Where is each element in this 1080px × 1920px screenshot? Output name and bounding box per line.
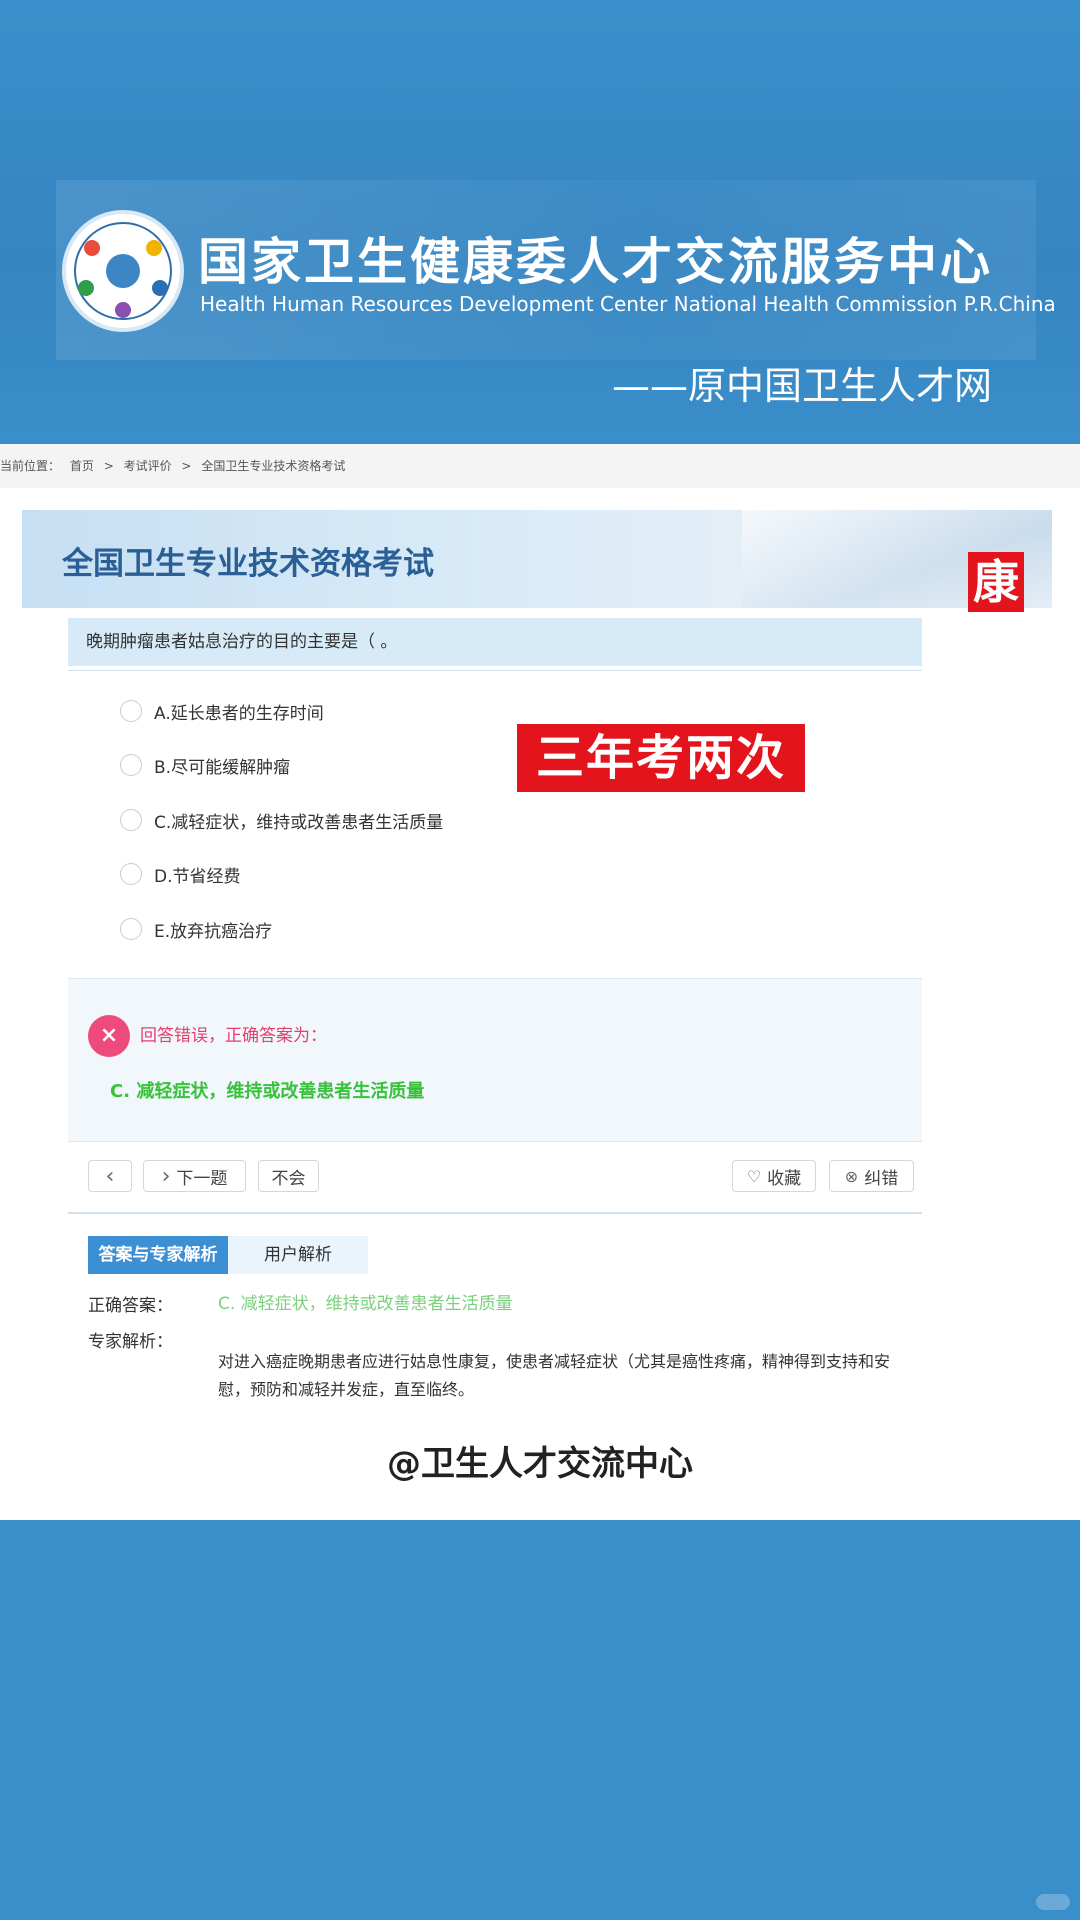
chevron-right-icon: ›	[161, 1163, 171, 1189]
option-e[interactable]: E.放弃抗癌治疗	[120, 914, 272, 944]
tab-user-analysis[interactable]: 用户解析	[228, 1236, 368, 1274]
breadcrumb-sep: >	[181, 459, 192, 473]
result-box: × 回答错误，正确答案为： C. 减轻症状，维持或改善患者生活质量	[68, 978, 922, 1142]
breadcrumb: 当前位置： 首页 > 考试评价 > 全国卫生专业技术资格考试	[0, 444, 1080, 488]
radio-icon[interactable]	[120, 700, 142, 722]
question-text: 晚期肿瘤患者姑息治疗的目的主要是（ 。	[68, 618, 922, 666]
radio-icon[interactable]	[120, 754, 142, 776]
org-logo-icon	[62, 210, 184, 332]
breadcrumb-home[interactable]: 首页	[70, 459, 94, 473]
divider	[68, 670, 922, 671]
heart-icon: ♡	[746, 1166, 762, 1186]
divider	[68, 1212, 922, 1214]
breadcrumb-sep: >	[103, 459, 114, 473]
org-name-cn: 国家卫生健康委人才交流服务中心	[198, 233, 993, 291]
option-label: E.放弃抗癌治疗	[154, 921, 273, 942]
report-error-button[interactable]: ⊗ 纠错	[829, 1160, 914, 1192]
prev-button[interactable]: ‹	[88, 1160, 132, 1192]
dont-know-button[interactable]: 不会	[258, 1160, 319, 1192]
option-label: A.延长患者的生存时间	[154, 703, 324, 724]
org-name-en: Health Human Resources Development Cente…	[200, 292, 1056, 316]
answer-value: C. 减轻症状，维持或改善患者生活质量	[218, 1294, 513, 1314]
radio-icon[interactable]	[120, 918, 142, 940]
exam-title: 全国卫生专业技术资格考试	[62, 546, 434, 582]
option-label: B.尽可能缓解肿瘤	[154, 757, 291, 778]
breadcrumb-prefix: 当前位置：	[0, 459, 61, 473]
overlay-stamp: 三年考两次	[517, 724, 805, 792]
result-status: 回答错误，正确答案为：	[140, 1026, 327, 1046]
next-button[interactable]: › 下一题	[143, 1160, 246, 1192]
tab-expert-analysis[interactable]: 答案与专家解析	[88, 1236, 228, 1274]
radio-icon[interactable]	[120, 863, 142, 885]
kang-tag: 康	[968, 552, 1024, 612]
org-former-name: ——原中国卫生人才网	[612, 364, 993, 408]
option-c[interactable]: C.减轻症状，维持或改善患者生活质量	[120, 805, 443, 835]
footer-handle: @卫生人才交流中心	[387, 1444, 693, 1484]
breadcrumb-current: 全国卫生专业技术资格考试	[201, 459, 346, 473]
breadcrumb-exam-eval[interactable]: 考试评价	[124, 459, 172, 473]
header-banner: 国家卫生健康委人才交流服务中心 Health Human Resources D…	[0, 0, 1080, 438]
option-d[interactable]: D.节省经费	[120, 859, 241, 889]
option-label: C.减轻症状，维持或改善患者生活质量	[154, 812, 444, 833]
favorite-button[interactable]: ♡ 收藏	[732, 1160, 816, 1192]
option-label: D.节省经费	[154, 866, 241, 887]
dont-know-label: 不会	[271, 1168, 306, 1189]
radio-icon[interactable]	[120, 809, 142, 831]
correct-answer: C. 减轻症状，维持或改善患者生活质量	[110, 1081, 425, 1102]
close-circle-icon: ⊗	[844, 1166, 859, 1186]
chevron-left-icon: ‹	[105, 1163, 115, 1189]
exam-panel: 当前位置： 首页 > 考试评价 > 全国卫生专业技术资格考试 全国卫生专业技术资…	[0, 444, 1080, 1520]
expert-analysis-text: 对进入癌症晚期患者应进行姑息性康复，使患者减轻症状（尤其是癌性疼痛，精神得到支持…	[218, 1352, 891, 1399]
expert-label: 专家解析：	[88, 1332, 173, 1352]
favorite-label: 收藏	[767, 1168, 802, 1189]
option-a[interactable]: A.延长患者的生存时间	[120, 696, 324, 726]
exam-banner: 全国卫生专业技术资格考试	[22, 510, 1052, 608]
next-label: 下一题	[176, 1168, 228, 1189]
option-b[interactable]: B.尽可能缓解肿瘤	[120, 750, 290, 780]
wrong-answer-icon: ×	[88, 1015, 130, 1057]
watermark-icon	[1036, 1894, 1070, 1910]
report-label: 纠错	[864, 1168, 899, 1189]
answer-label: 正确答案：	[88, 1296, 173, 1316]
